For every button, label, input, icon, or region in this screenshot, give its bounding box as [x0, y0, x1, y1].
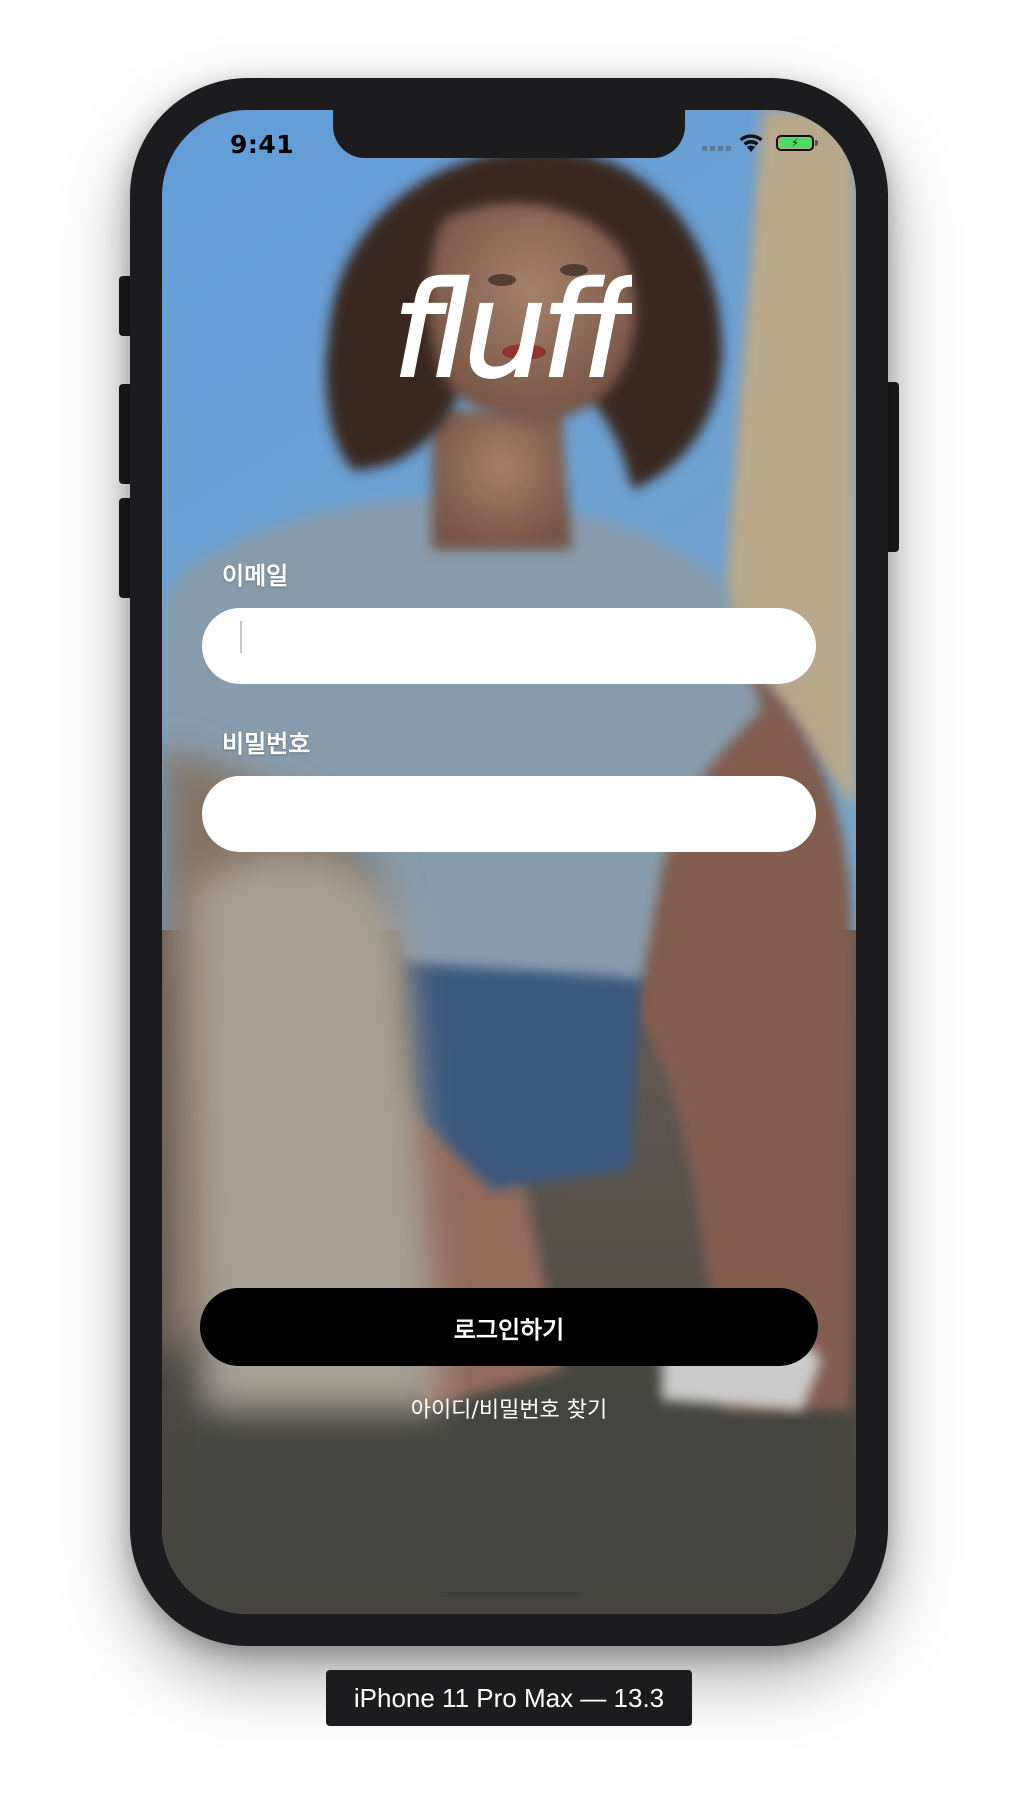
status-bar-time: 9:41 — [230, 130, 295, 159]
simulator-device-label: iPhone 11 Pro Max — 13.3 — [326, 1670, 692, 1726]
cellular-signal-icon — [702, 146, 731, 151]
app-logo: fluff — [391, 258, 632, 408]
home-indicator[interactable] — [440, 1592, 580, 1597]
logo-text: fluff — [392, 258, 632, 408]
battery-charging-icon: ⚡ — [776, 135, 814, 151]
screen-notch — [333, 110, 685, 158]
battery-tip — [815, 140, 818, 146]
phone-screen: 9:41 ⚡ fluff 이메일 비밀번호 로그인하기 아이디/비밀번호 찾기 — [162, 110, 856, 1614]
login-button[interactable]: 로그인하기 — [200, 1288, 818, 1366]
text-caret — [240, 621, 242, 653]
password-label: 비밀번호 — [222, 730, 311, 758]
email-input[interactable] — [202, 608, 816, 684]
find-account-link[interactable]: 아이디/비밀번호 찾기 — [162, 1392, 856, 1424]
email-label: 이메일 — [222, 562, 289, 590]
simulator-stage: 9:41 ⚡ fluff 이메일 비밀번호 로그인하기 아이디/비밀번호 찾기 … — [0, 0, 1018, 1798]
wifi-icon — [739, 134, 763, 152]
password-input[interactable] — [202, 776, 816, 852]
